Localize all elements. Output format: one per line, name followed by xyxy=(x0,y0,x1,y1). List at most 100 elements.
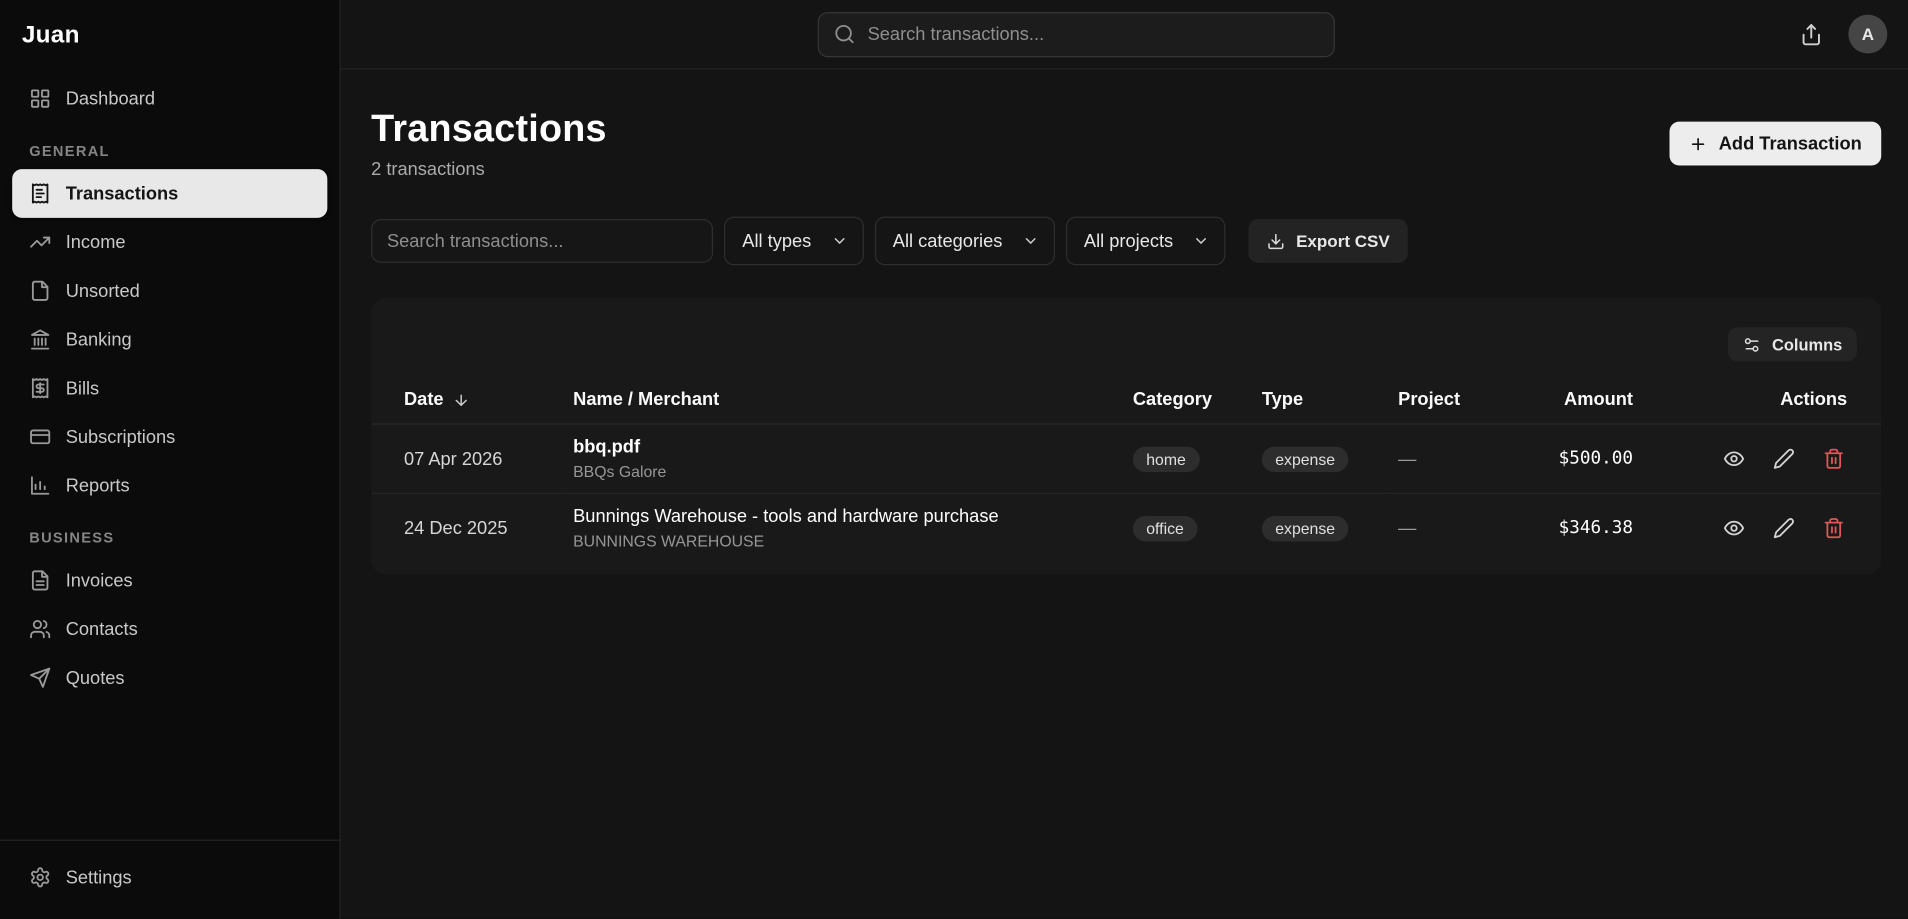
search-icon xyxy=(834,23,856,45)
transaction-merchant: BBQs Galore xyxy=(573,462,1118,480)
table-toolbar: Columns xyxy=(371,327,1881,376)
sidebar-item-dashboard[interactable]: Dashboard xyxy=(12,74,327,123)
chevron-down-icon xyxy=(831,232,848,249)
pencil-icon xyxy=(1773,448,1795,470)
cell-category: home xyxy=(1126,424,1255,493)
cell-amount: $346.38 xyxy=(1525,493,1641,562)
transaction-merchant: BUNNINGS WAREHOUSE xyxy=(573,532,1118,550)
sidebar-item-label: Contacts xyxy=(66,619,138,640)
columns-button[interactable]: Columns xyxy=(1728,327,1857,361)
sidebar-item-label: Transactions xyxy=(66,183,179,204)
project-filter-select[interactable]: All projects xyxy=(1066,217,1226,266)
brand-logo: Juan xyxy=(0,0,339,67)
sidebar-item-contacts[interactable]: Contacts xyxy=(12,605,327,654)
category-badge: office xyxy=(1133,515,1197,541)
page-header: Transactions 2 transactions Add Transact… xyxy=(371,107,1881,180)
eye-icon xyxy=(1723,517,1745,539)
sidebar-item-label: Reports xyxy=(66,475,130,496)
sidebar-item-quotes[interactable]: Quotes xyxy=(12,653,327,702)
table-header-row: Date Name / Merchant Category Type Proje… xyxy=(371,376,1881,424)
cell-project: — xyxy=(1391,493,1525,562)
delete-button[interactable] xyxy=(1820,445,1847,472)
sidebar-item-income[interactable]: Income xyxy=(12,218,327,267)
edit-button[interactable] xyxy=(1771,515,1798,542)
header-amount: Amount xyxy=(1525,376,1641,424)
header-date-label: Date xyxy=(404,389,444,410)
sidebar-item-label: Quotes xyxy=(66,667,125,688)
sidebar-item-banking[interactable]: Banking xyxy=(12,315,327,364)
send-icon xyxy=(29,667,51,689)
columns-settings-icon xyxy=(1743,335,1761,353)
cell-project: — xyxy=(1391,424,1525,493)
transactions-table: Date Name / Merchant Category Type Proje… xyxy=(371,376,1881,562)
cell-category: office xyxy=(1126,493,1255,562)
sort-desc-icon xyxy=(452,391,469,408)
transaction-name: Bunnings Warehouse - tools and hardware … xyxy=(573,506,1118,527)
sidebar-item-unsorted[interactable]: Unsorted xyxy=(12,266,327,315)
sidebar-item-invoices[interactable]: Invoices xyxy=(12,556,327,605)
export-csv-button[interactable]: Export CSV xyxy=(1249,219,1408,263)
bill-receipt-icon xyxy=(29,377,51,399)
header-actions: Actions xyxy=(1640,376,1881,424)
export-csv-label: Export CSV xyxy=(1296,231,1390,250)
sidebar-item-subscriptions[interactable]: Subscriptions xyxy=(12,413,327,462)
cell-date: 07 Apr 2026 xyxy=(371,424,566,493)
edit-button[interactable] xyxy=(1771,445,1798,472)
cell-actions xyxy=(1640,493,1881,562)
type-filter-select[interactable]: All types xyxy=(724,217,864,266)
cell-amount: $500.00 xyxy=(1525,424,1641,493)
bank-icon xyxy=(29,329,51,351)
header-date[interactable]: Date xyxy=(371,376,566,424)
cell-type: expense xyxy=(1255,493,1391,562)
transaction-name: bbq.pdf xyxy=(573,437,1118,458)
sidebar-nav: Dashboard GENERAL Transactions Income xyxy=(0,67,339,840)
delete-button[interactable] xyxy=(1820,515,1847,542)
transaction-count: 2 transactions xyxy=(371,159,607,180)
table-row[interactable]: 07 Apr 2026 bbq.pdf BBQs Galore home exp… xyxy=(371,424,1881,493)
view-button[interactable] xyxy=(1721,445,1748,472)
columns-button-label: Columns xyxy=(1772,335,1842,353)
bar-chart-icon xyxy=(29,475,51,497)
cell-actions xyxy=(1640,424,1881,493)
sidebar-item-reports[interactable]: Reports xyxy=(12,461,327,510)
table-row[interactable]: 24 Dec 2025 Bunnings Warehouse - tools a… xyxy=(371,493,1881,562)
sidebar-item-label: Banking xyxy=(66,329,132,350)
sidebar-item-label: Subscriptions xyxy=(66,427,176,448)
chevron-down-icon xyxy=(1193,232,1210,249)
chevron-down-icon xyxy=(1022,232,1039,249)
sidebar-item-transactions[interactable]: Transactions xyxy=(12,169,327,218)
global-search-input[interactable] xyxy=(868,24,1319,45)
category-badge: home xyxy=(1133,446,1199,472)
plus-icon xyxy=(1690,134,1708,152)
file-text-icon xyxy=(29,569,51,591)
category-filter-select[interactable]: All categories xyxy=(875,217,1055,266)
trending-up-icon xyxy=(29,231,51,253)
add-transaction-button[interactable]: Add Transaction xyxy=(1670,122,1881,166)
avatar[interactable]: A xyxy=(1848,15,1887,54)
filter-search-input[interactable] xyxy=(371,219,713,263)
type-badge: expense xyxy=(1262,515,1349,541)
eye-icon xyxy=(1723,448,1745,470)
main-area: A Transactions 2 transactions Add Transa… xyxy=(341,0,1908,919)
cell-date: 24 Dec 2025 xyxy=(371,493,566,562)
trash-icon xyxy=(1823,448,1845,470)
sidebar-item-label: Dashboard xyxy=(66,88,155,109)
sidebar-item-settings[interactable]: Settings xyxy=(12,853,327,902)
upload-button[interactable] xyxy=(1795,18,1828,51)
global-search xyxy=(818,12,1335,57)
sidebar-section-general: GENERAL xyxy=(12,123,327,169)
sidebar-item-label: Bills xyxy=(66,378,99,399)
sidebar-item-bills[interactable]: Bills xyxy=(12,364,327,413)
type-filter-value: All types xyxy=(742,231,811,252)
type-badge: expense xyxy=(1262,446,1349,472)
sidebar-footer: Settings xyxy=(0,840,339,919)
transactions-table-card: Columns Date xyxy=(371,298,1881,574)
project-filter-value: All projects xyxy=(1084,231,1173,252)
category-filter-value: All categories xyxy=(893,231,1003,252)
view-button[interactable] xyxy=(1721,515,1748,542)
header-project: Project xyxy=(1391,376,1525,424)
sidebar-item-label: Unsorted xyxy=(66,280,140,301)
page-title: Transactions xyxy=(371,107,607,151)
filters-bar: All types All categories All projects xyxy=(371,217,1881,266)
receipt-icon xyxy=(29,183,51,205)
